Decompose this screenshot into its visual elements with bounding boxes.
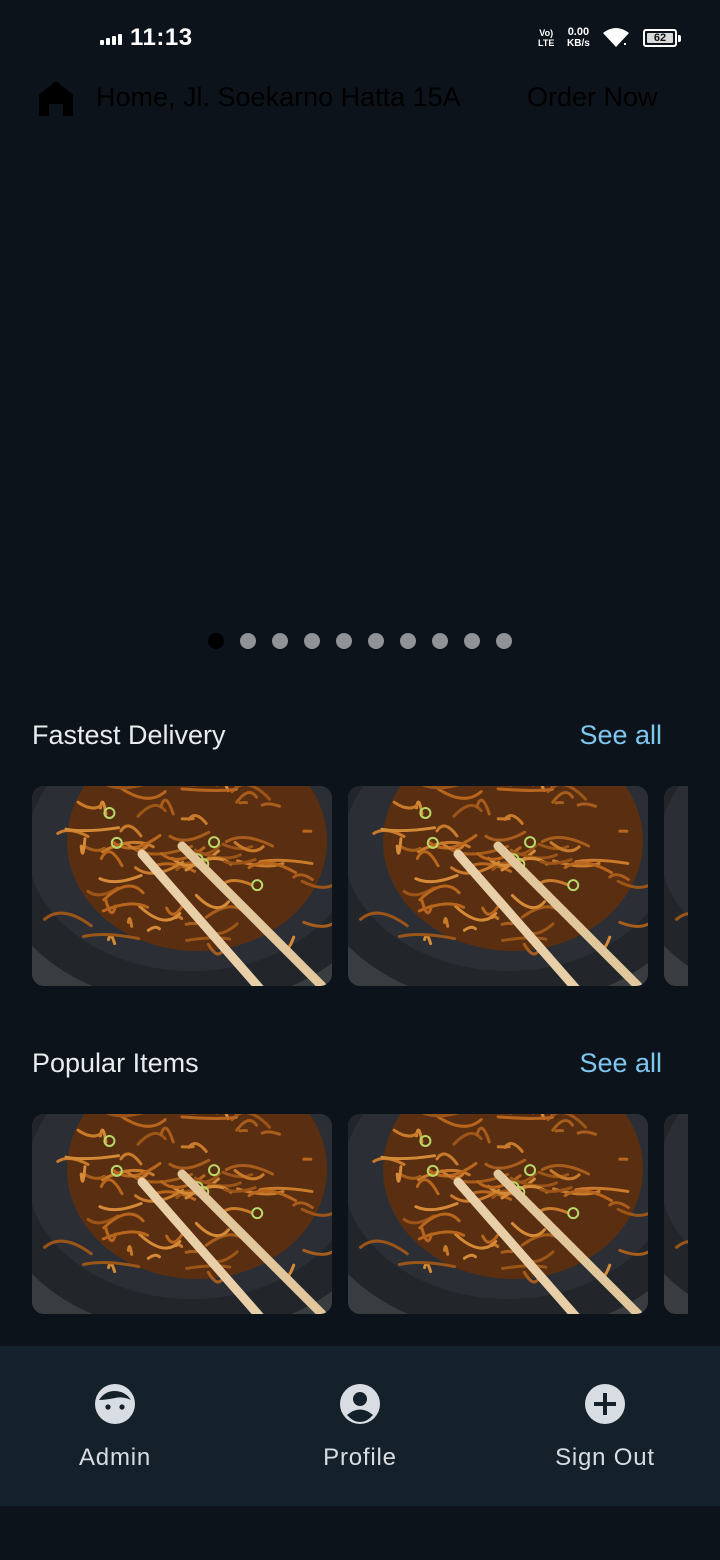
carousel-dot[interactable] <box>208 633 224 649</box>
noodles-image <box>348 786 648 986</box>
food-card[interactable] <box>32 786 332 986</box>
add-circle-icon <box>585 1384 625 1424</box>
carousel-dot[interactable] <box>400 633 416 649</box>
carousel-dot[interactable] <box>304 633 320 649</box>
carousel-dot[interactable] <box>368 633 384 649</box>
volte-indicator: Vo) LTE <box>538 28 555 48</box>
noodles-image <box>32 1114 332 1314</box>
fastest-delivery-header: Fastest Delivery See all <box>32 720 662 760</box>
nav-admin[interactable]: Admin <box>0 1346 235 1506</box>
carousel-dot[interactable] <box>496 633 512 649</box>
battery-level: 62 <box>647 32 673 44</box>
bottom-navigation: Admin Profile Sign Out <box>0 1346 720 1506</box>
home-icon[interactable] <box>36 78 76 118</box>
order-now-button[interactable]: Order Now <box>527 82 658 113</box>
see-all-popular-button[interactable]: See all <box>579 1048 662 1079</box>
nav-profile[interactable]: Profile <box>240 1346 480 1506</box>
address-bar[interactable]: Home, Jl. Soekarno Hatta 15A Order Now <box>0 72 720 124</box>
account-circle-icon <box>340 1384 380 1424</box>
carousel-indicator <box>0 633 720 651</box>
popular-items-header: Popular Items See all <box>32 1048 662 1088</box>
popular-items-list[interactable] <box>32 1114 688 1314</box>
nav-label: Admin <box>78 1444 152 1471</box>
noodles-image <box>348 1114 648 1314</box>
battery-icon: 62 <box>643 29 681 47</box>
cellular-signal-icon <box>100 34 122 45</box>
banner-carousel[interactable] <box>0 130 720 610</box>
delivery-address[interactable]: Home, Jl. Soekarno Hatta 15A <box>96 82 461 113</box>
status-time: 11:13 <box>130 24 193 51</box>
status-bar: 11:13 Vo) LTE 0.00 KB/s 62 <box>0 0 720 76</box>
food-card[interactable] <box>32 1114 332 1314</box>
see-all-fastest-button[interactable]: See all <box>579 720 662 751</box>
noodles-image <box>664 786 688 986</box>
face-icon <box>95 1384 135 1424</box>
food-card[interactable] <box>664 786 688 986</box>
section-title: Fastest Delivery <box>32 720 226 750</box>
carousel-dot[interactable] <box>272 633 288 649</box>
nav-sign-out[interactable]: Sign Out <box>485 1346 720 1506</box>
carousel-dot[interactable] <box>464 633 480 649</box>
nav-label: Profile <box>323 1444 397 1471</box>
network-speed: 0.00 KB/s <box>567 26 590 50</box>
carousel-dot[interactable] <box>336 633 352 649</box>
nav-label: Sign Out <box>555 1444 655 1471</box>
noodles-image <box>32 786 332 986</box>
food-card[interactable] <box>348 1114 648 1314</box>
section-title: Popular Items <box>32 1048 199 1078</box>
carousel-dot[interactable] <box>240 633 256 649</box>
wifi-icon <box>603 28 629 47</box>
noodles-image <box>664 1114 688 1314</box>
food-card[interactable] <box>348 786 648 986</box>
carousel-dot[interactable] <box>432 633 448 649</box>
food-card[interactable] <box>664 1114 688 1314</box>
fastest-delivery-list[interactable] <box>32 786 688 986</box>
